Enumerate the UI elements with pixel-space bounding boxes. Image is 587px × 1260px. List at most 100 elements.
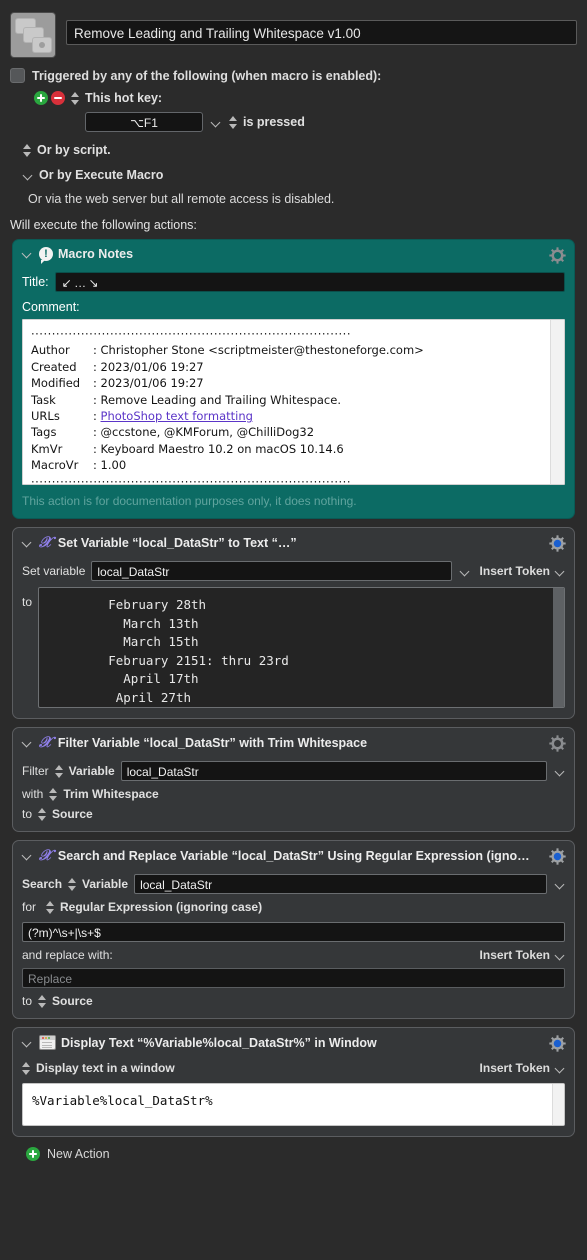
hotkey-trigger-row: This hot key: — [0, 91, 587, 105]
disclosure-chevron-icon[interactable] — [22, 249, 32, 259]
hotkey-input[interactable]: ⌥F1 — [85, 112, 203, 132]
trigger-enabled-row[interactable]: Triggered by any of the following (when … — [0, 68, 587, 83]
display-mode-stepper-icon[interactable] — [22, 1061, 31, 1075]
script-trigger-stepper-icon[interactable] — [23, 143, 32, 157]
disclosure-chevron-icon[interactable] — [22, 538, 32, 548]
filter-destination-value[interactable]: Source — [52, 807, 93, 821]
action-header[interactable]: 𝒳 Set Variable “local_DataStr” to Text “… — [13, 528, 574, 552]
match-kind-value[interactable]: Regular Expression (ignoring case) — [60, 900, 262, 914]
will-execute-label: Will execute the following actions: — [10, 218, 197, 232]
comment-row: KmVr: Keyboard Maestro 10.2 on macOS 10.… — [31, 441, 556, 457]
exclamation-bubble-icon: ! — [39, 247, 53, 264]
insert-token-chevron-icon[interactable] — [555, 566, 565, 576]
insert-token-button[interactable]: Insert Token — [480, 564, 565, 578]
insert-token-chevron-icon[interactable] — [555, 950, 565, 960]
filter-destination-stepper-icon[interactable] — [38, 807, 47, 821]
hotkey-state-label[interactable]: is pressed — [243, 115, 305, 129]
comment-row-separator: : — [93, 376, 101, 391]
disclosure-chevron-icon[interactable] — [22, 1038, 32, 1048]
display-mode-value[interactable]: Display text in a window — [36, 1061, 175, 1075]
insert-token-chevron-icon[interactable] — [555, 1063, 565, 1073]
notes-comment-text[interactable]: ········································… — [23, 320, 564, 484]
remove-trigger-icon[interactable] — [51, 91, 65, 105]
set-variable-row: Set variable local_DataStr Insert Token — [22, 561, 565, 581]
gear-icon-blue[interactable] — [549, 1035, 566, 1052]
notes-comment-box[interactable]: ········································… — [22, 319, 565, 485]
replace-destination-value[interactable]: Source — [52, 994, 93, 1008]
action-list: ! Macro Notes Title: ↙ … ↘ Comment: ····… — [0, 239, 587, 1137]
trigger-type-stepper-icon[interactable] — [71, 91, 80, 105]
comment-row-value: Christopher Stone <scriptmeister@theston… — [100, 343, 424, 358]
replace-input[interactable]: Replace — [22, 968, 565, 988]
gear-icon-gray[interactable] — [549, 735, 566, 752]
action-macro-notes[interactable]: ! Macro Notes Title: ↙ … ↘ Comment: ····… — [12, 239, 575, 519]
comment-scrollbar[interactable] — [550, 320, 564, 484]
filter-destination-row: to Source — [22, 807, 565, 821]
new-action-row[interactable]: New Action — [0, 1145, 587, 1161]
search-source-stepper-icon[interactable] — [68, 877, 77, 891]
hotkey-trigger-label[interactable]: This hot key: — [85, 91, 162, 105]
search-variable-chevron-icon[interactable] — [555, 879, 565, 889]
triggered-by-checkbox[interactable] — [10, 68, 25, 83]
replace-with-label: and replace with: — [22, 948, 113, 962]
filter-source-stepper-icon[interactable] — [54, 764, 64, 778]
text-area-scrollbar[interactable] — [553, 588, 564, 707]
display-text-area[interactable]: %Variable%local_DataStr% — [22, 1083, 565, 1126]
insert-token-button[interactable]: Insert Token — [480, 1061, 565, 1075]
comment-divider: ········································… — [31, 327, 351, 341]
macro-title-input[interactable]: Remove Leading and Trailing Whitespace v… — [66, 20, 577, 45]
filter-source-row: Filter Variable local_DataStr — [22, 761, 565, 781]
search-pattern-input[interactable]: (?m)^\s+|\s+$ — [22, 922, 565, 942]
new-action-label[interactable]: New Action — [47, 1147, 110, 1161]
action-header[interactable]: 𝒳 Search and Replace Variable “local_Dat… — [13, 841, 574, 865]
add-action-icon[interactable] — [26, 1147, 40, 1161]
add-trigger-icon[interactable] — [34, 91, 48, 105]
comment-row-value: 2023/01/06 19:27 — [100, 376, 204, 391]
execute-macro-trigger-label[interactable]: Or by Execute Macro — [39, 168, 163, 182]
variable-name-input[interactable]: local_DataStr — [91, 561, 452, 581]
action-display-text[interactable]: Display Text “%Variable%local_DataStr%” … — [12, 1027, 575, 1137]
set-variable-label: Set variable — [22, 564, 86, 578]
comment-row-separator: : — [93, 425, 101, 440]
insert-token-button[interactable]: Insert Token — [480, 948, 565, 962]
web-server-note: Or via the web server but all remote acc… — [28, 192, 335, 206]
action-title: Filter Variable “local_DataStr” with Tri… — [57, 735, 368, 750]
action-header[interactable]: 𝒳 Filter Variable “local_DataStr” with T… — [13, 728, 574, 752]
disclosure-chevron-icon[interactable] — [22, 851, 32, 861]
notes-title-input[interactable]: ↙ … ↘ — [54, 272, 565, 292]
action-body: Set variable local_DataStr Insert Token … — [13, 552, 574, 718]
macro-header: Remove Leading and Trailing Whitespace v… — [0, 0, 587, 58]
execute-macro-chevron-icon[interactable] — [23, 170, 33, 180]
search-variable-input[interactable]: local_DataStr — [134, 874, 547, 894]
gear-icon-gray[interactable] — [549, 247, 566, 264]
gear-icon-blue[interactable] — [549, 848, 566, 865]
search-source-kind[interactable]: Variable — [82, 877, 128, 891]
hotkey-dropdown-chevron-icon[interactable] — [211, 117, 221, 127]
replace-destination-stepper-icon[interactable] — [38, 994, 47, 1008]
script-trigger-label[interactable]: Or by script. — [37, 143, 111, 157]
disclosure-chevron-icon[interactable] — [22, 738, 32, 748]
comment-row-value[interactable]: PhotoShop text formatting — [101, 409, 253, 423]
filter-variable-input[interactable]: local_DataStr — [120, 761, 547, 781]
comment-row: Created: 2023/01/06 19:27 — [31, 359, 556, 375]
comment-row-separator: : — [93, 409, 101, 424]
replace-destination-row: to Source — [22, 994, 565, 1008]
variable-dropdown-chevron-icon[interactable] — [460, 566, 470, 576]
action-header[interactable]: Display Text “%Variable%local_DataStr%” … — [13, 1028, 574, 1052]
action-body: Search Variable local_DataStr for Regula… — [13, 865, 574, 1018]
filter-kind-value[interactable]: Trim Whitespace — [63, 787, 158, 801]
gear-icon-blue[interactable] — [549, 535, 566, 552]
macro-stack-icon[interactable] — [10, 12, 56, 58]
filter-source-kind[interactable]: Variable — [69, 764, 115, 778]
action-search-replace[interactable]: 𝒳 Search and Replace Variable “local_Dat… — [12, 840, 575, 1019]
display-text-scrollbar[interactable] — [552, 1084, 564, 1125]
match-kind-stepper-icon[interactable] — [46, 900, 55, 914]
hotkey-state-stepper-icon[interactable] — [229, 115, 238, 129]
filter-kind-stepper-icon[interactable] — [49, 787, 58, 801]
action-header[interactable]: ! Macro Notes — [13, 240, 574, 264]
action-set-variable[interactable]: 𝒳 Set Variable “local_DataStr” to Text “… — [12, 527, 575, 719]
filter-variable-chevron-icon[interactable] — [555, 766, 565, 776]
variable-text-area[interactable]: February 28th March 13th March 15th Febr… — [38, 587, 565, 708]
action-filter-variable[interactable]: 𝒳 Filter Variable “local_DataStr” with T… — [12, 727, 575, 832]
comment-row-value: Remove Leading and Trailing Whitespace. — [100, 392, 341, 407]
